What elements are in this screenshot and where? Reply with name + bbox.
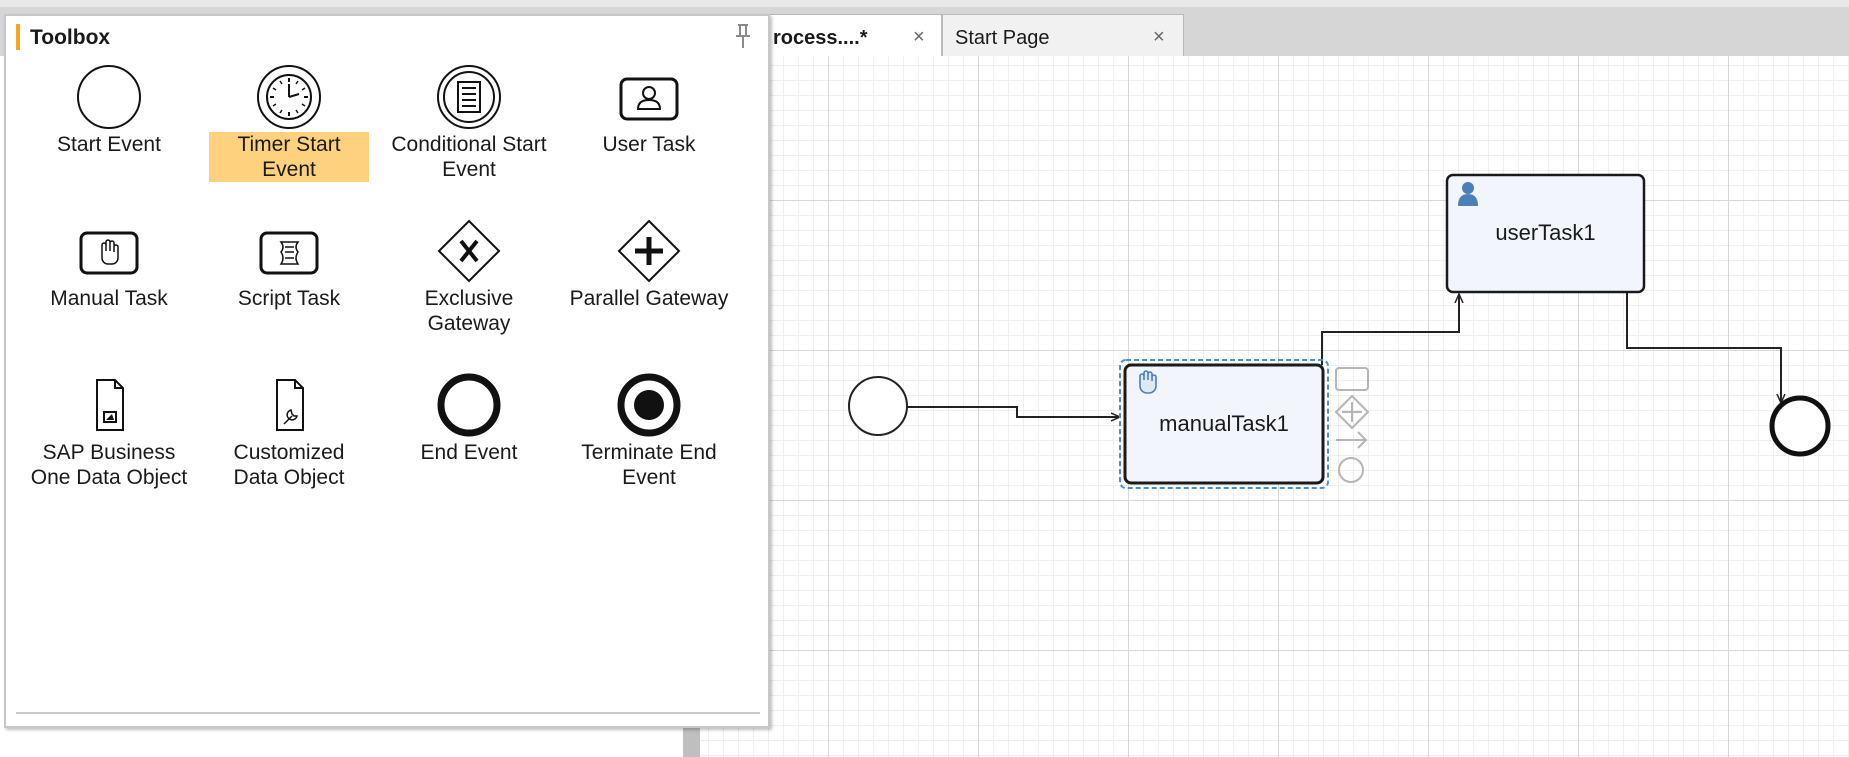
exclusive-gateway-icon	[437, 219, 501, 283]
toolbox-title: Toolbox	[30, 26, 111, 49]
data-object-icon	[96, 379, 124, 431]
quick-actions	[1334, 367, 1370, 483]
manual-task-icon	[79, 231, 139, 275]
timer-start-event-icon	[257, 65, 321, 129]
tool-label: Timer Start Event	[209, 132, 369, 182]
toolbox-divider	[16, 712, 760, 714]
customized-data-object-icon	[276, 379, 304, 431]
tool-customized-data-object[interactable]: Customized Data Object	[207, 372, 371, 490]
task-shape-icon[interactable]	[1335, 367, 1369, 391]
hand-icon	[1139, 370, 1157, 394]
conditional-start-event-icon	[437, 65, 501, 129]
close-icon[interactable]: ×	[913, 26, 925, 49]
tool-manual-task[interactable]: Manual Task	[27, 218, 191, 311]
tool-start-event[interactable]: Start Event	[27, 64, 191, 157]
gateway-shape-icon[interactable]	[1334, 394, 1370, 430]
tool-label: Manual Task	[50, 287, 168, 310]
user-task-icon	[619, 77, 679, 121]
tab-start-page[interactable]: Start Page ×	[942, 14, 1184, 61]
sequence-flow[interactable]	[1626, 292, 1781, 403]
parallel-gateway-icon	[617, 219, 681, 283]
start-event-icon	[77, 65, 141, 129]
tab-start-page-label: Start Page	[955, 27, 1050, 49]
sequence-flow[interactable]	[907, 406, 1120, 417]
tool-label: Start Event	[57, 133, 161, 156]
tab-process[interactable]: rocess....* ×	[760, 14, 942, 61]
start-event[interactable]	[848, 376, 908, 436]
tab-process-label: rocess....*	[773, 27, 868, 49]
tool-label: Parallel Gateway	[569, 287, 729, 310]
pin-icon[interactable]	[732, 22, 754, 50]
end-event[interactable]	[1769, 395, 1831, 457]
tool-label: User Task	[602, 133, 696, 156]
tool-label: Terminate End Event	[581, 441, 717, 489]
end-event-icon	[437, 373, 501, 437]
tool-end-event[interactable]: End Event	[387, 372, 551, 465]
tool-timer-start-event[interactable]: Timer Start Event	[207, 64, 371, 182]
tool-label: End Event	[420, 441, 518, 464]
tool-label: Script Task	[237, 287, 341, 310]
manual-task-label: manualTask1	[1159, 411, 1289, 436]
tool-terminate-end-event[interactable]: Terminate End Event	[567, 372, 731, 490]
tool-parallel-gateway[interactable]: Parallel Gateway	[567, 218, 731, 311]
close-icon[interactable]: ×	[1153, 26, 1165, 49]
sequence-flow-icon[interactable]	[1336, 431, 1368, 449]
event-shape-icon[interactable]	[1338, 457, 1364, 483]
tool-label: Exclusive Gateway	[424, 287, 514, 335]
tool-data-object[interactable]: SAP Business One Data Object	[27, 372, 191, 490]
tool-label: Conditional Start Event	[391, 133, 547, 181]
tool-label: SAP Business One Data Object	[30, 441, 188, 489]
tool-script-task[interactable]: Script Task	[207, 218, 371, 311]
toolbox-header: Toolbox	[6, 16, 768, 60]
user-task-label: userTask1	[1495, 220, 1596, 245]
process-diagram-canvas[interactable]: manualTask1 userTask1	[700, 56, 1849, 757]
toolbox-accent-bar	[16, 24, 20, 50]
diagram-svg	[848, 173, 1831, 489]
tool-user-task[interactable]: User Task	[567, 64, 731, 157]
tool-conditional-start-event[interactable]: Conditional Start Event	[387, 64, 551, 182]
tool-exclusive-gateway[interactable]: Exclusive Gateway	[387, 218, 551, 336]
tool-label: Customized Data Object	[233, 441, 345, 489]
sequence-flow[interactable]	[1321, 294, 1459, 365]
terminate-end-event-icon	[617, 373, 681, 437]
script-task-icon	[259, 231, 319, 275]
toolbox-panel: Toolbox Start Event Timer Start Event Co…	[4, 14, 770, 728]
